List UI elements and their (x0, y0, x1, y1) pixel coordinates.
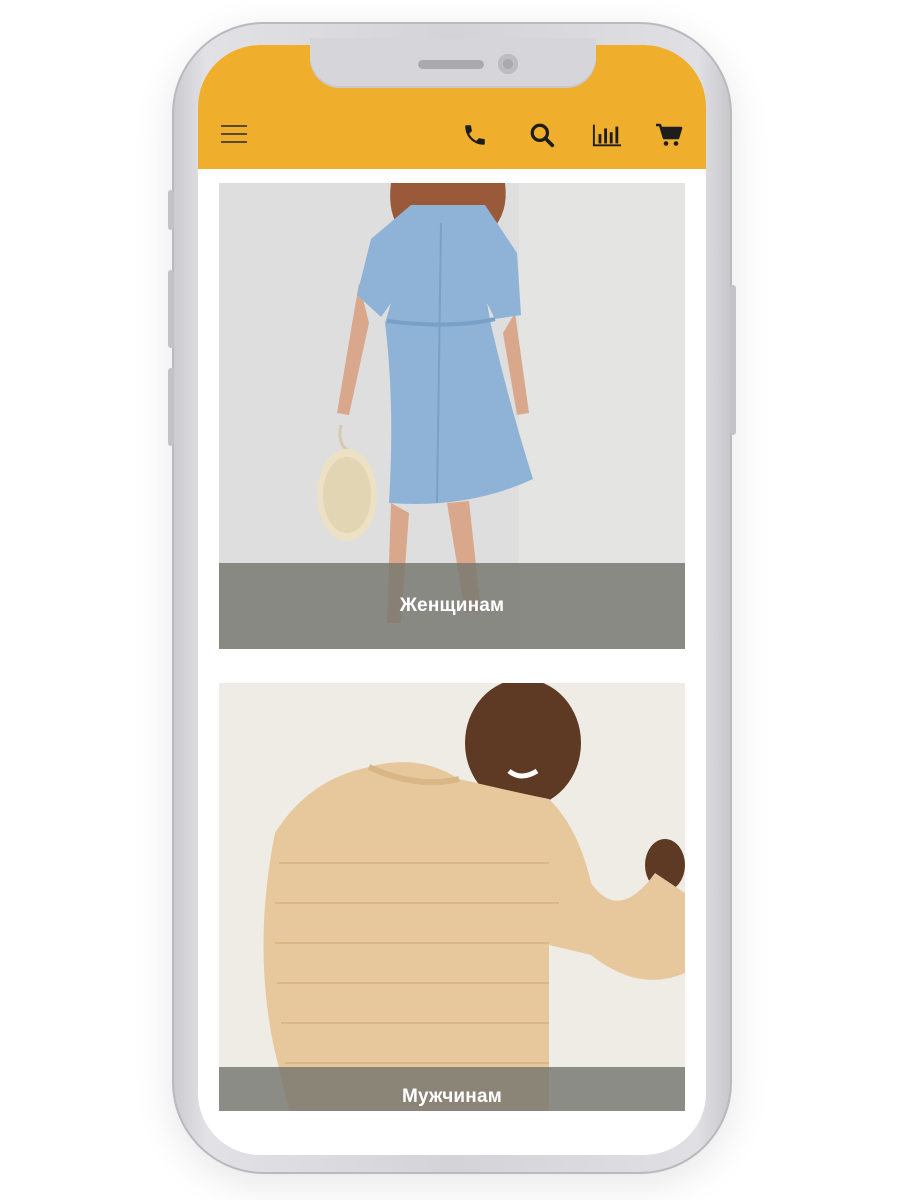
cart-icon[interactable] (654, 120, 684, 150)
phone-screen: Женщинам Мужчинам (198, 45, 706, 1155)
category-card-men[interactable]: Мужчинам (219, 683, 685, 1111)
front-camera (498, 54, 518, 74)
category-label: Мужчинам (401, 1086, 503, 1107)
category-label: Женщинам (399, 595, 505, 616)
category-caption: Женщинам (219, 563, 685, 649)
men-category-photo (219, 683, 685, 1111)
chart-icon[interactable] (592, 120, 622, 150)
phone-power-button (730, 285, 736, 435)
phone-side-button (168, 190, 174, 230)
category-caption: Мужчинам (219, 1067, 685, 1111)
speaker-grille (418, 60, 484, 69)
phone-icon[interactable] (460, 120, 490, 150)
menu-icon[interactable] (220, 119, 250, 149)
search-icon[interactable] (527, 120, 557, 150)
category-card-women[interactable]: Женщинам (219, 183, 685, 649)
phone-volume-up (168, 270, 174, 348)
phone-volume-down (168, 368, 174, 446)
